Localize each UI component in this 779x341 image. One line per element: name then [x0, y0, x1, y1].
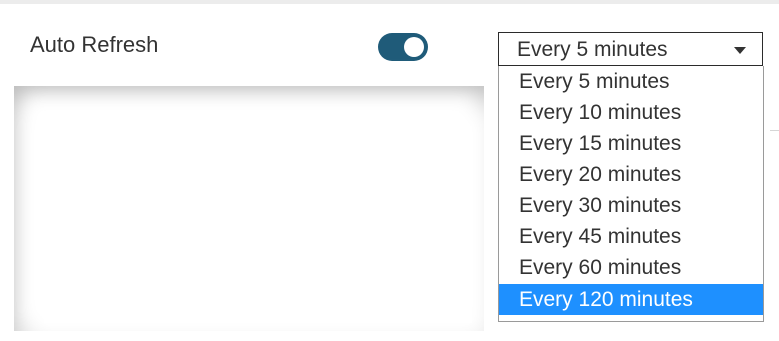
option-every-20-minutes[interactable]: Every 20 minutes	[499, 159, 763, 190]
option-every-120-minutes[interactable]: Every 120 minutes	[499, 284, 763, 315]
option-every-60-minutes[interactable]: Every 60 minutes	[499, 252, 763, 283]
refresh-interval-options: Every 5 minutes Every 10 minutes Every 1…	[498, 66, 764, 322]
option-every-5-minutes[interactable]: Every 5 minutes	[499, 66, 763, 97]
toggle-knob	[404, 37, 424, 57]
refresh-interval-select[interactable]: Every 5 minutes	[498, 32, 763, 66]
auto-refresh-toggle[interactable]	[378, 33, 428, 61]
blurred-content-inner	[44, 126, 472, 323]
auto-refresh-label: Auto Refresh	[30, 32, 159, 57]
auto-refresh-panel: Auto Refresh Every 5 minutes Every 5 min…	[0, 0, 779, 341]
option-every-10-minutes[interactable]: Every 10 minutes	[499, 97, 763, 128]
option-every-45-minutes[interactable]: Every 45 minutes	[499, 221, 763, 252]
chevron-down-icon	[734, 47, 746, 54]
top-divider	[0, 0, 779, 4]
blurred-content-area	[14, 86, 484, 331]
refresh-interval-value: Every 5 minutes	[517, 38, 668, 61]
background-divider	[770, 130, 779, 131]
option-every-30-minutes[interactable]: Every 30 minutes	[499, 190, 763, 221]
option-every-15-minutes[interactable]: Every 15 minutes	[499, 128, 763, 159]
